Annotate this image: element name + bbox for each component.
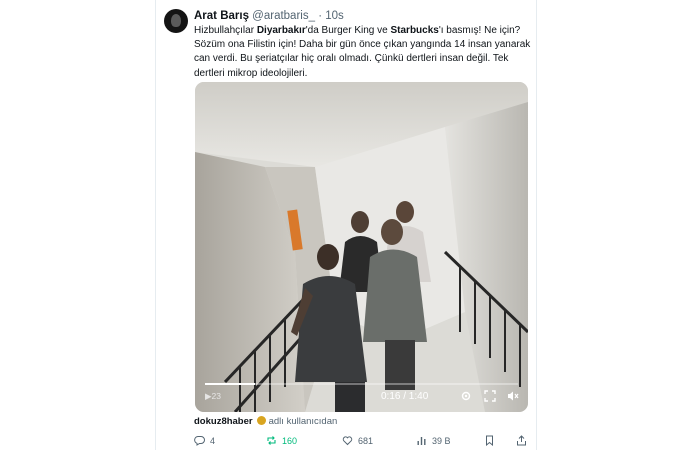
- retweet-button[interactable]: 160: [266, 435, 297, 446]
- share-button[interactable]: [516, 435, 527, 446]
- hashtag-starbucks: Starbucks: [390, 25, 439, 36]
- bookmark-button[interactable]: [484, 435, 495, 446]
- author-handle[interactable]: @aratbaris_: [252, 10, 315, 22]
- tweet-actions: 4 160 681 39 B: [194, 435, 534, 449]
- video-time: 0:16 / 1:40: [381, 391, 429, 402]
- separator: ·: [318, 10, 323, 22]
- video-left-label: ▶23: [205, 391, 221, 401]
- source-name[interactable]: dokuz8haber: [194, 416, 253, 427]
- like-button[interactable]: 681: [342, 435, 373, 446]
- author-name[interactable]: Arat Barış: [194, 10, 249, 22]
- fullscreen-icon[interactable]: [484, 390, 496, 402]
- like-count: 681: [358, 435, 374, 446]
- views-icon: [416, 435, 427, 446]
- views-count: 39 B: [432, 435, 451, 446]
- source-attribution: dokuz8haber adlı kullanıcıdan: [194, 416, 337, 428]
- avatar[interactable]: [164, 9, 188, 33]
- reply-button[interactable]: 4: [194, 435, 215, 446]
- source-suffix: adlı kullanıcıdan: [268, 416, 338, 427]
- settings-icon[interactable]: [460, 390, 472, 402]
- heart-icon: [342, 435, 353, 446]
- verified-badge-icon: [256, 416, 266, 425]
- bookmark-icon: [484, 435, 495, 446]
- views-button[interactable]: 39 B: [416, 435, 451, 446]
- video-player[interactable]: ▶23 0:16 / 1:40: [195, 82, 528, 412]
- tweet-card: Arat Barış @aratbaris_ · 10s Hizbullahçı…: [155, 0, 537, 450]
- video-frame: [195, 82, 528, 412]
- volume-icon[interactable]: [507, 390, 519, 402]
- tweet-text-part: Hizbullahçılar: [194, 25, 257, 36]
- tweet-text: Hizbullahçılar Diyarbakır'da Burger King…: [194, 24, 532, 81]
- retweet-count: 160: [282, 435, 298, 446]
- timestamp[interactable]: 10s: [325, 10, 344, 22]
- tweet-header: Arat Barış @aratbaris_ · 10s: [194, 9, 344, 23]
- hashtag-diyarbakir: Diyarbakır: [256, 25, 306, 36]
- reply-count: 4: [210, 435, 216, 446]
- retweet-icon: [266, 435, 277, 446]
- video-controls: ▶23 0:16 / 1:40: [195, 382, 528, 412]
- reply-icon: [194, 435, 205, 446]
- tweet-text-part: 'da Burger King ve: [305, 25, 391, 36]
- share-icon: [516, 435, 527, 446]
